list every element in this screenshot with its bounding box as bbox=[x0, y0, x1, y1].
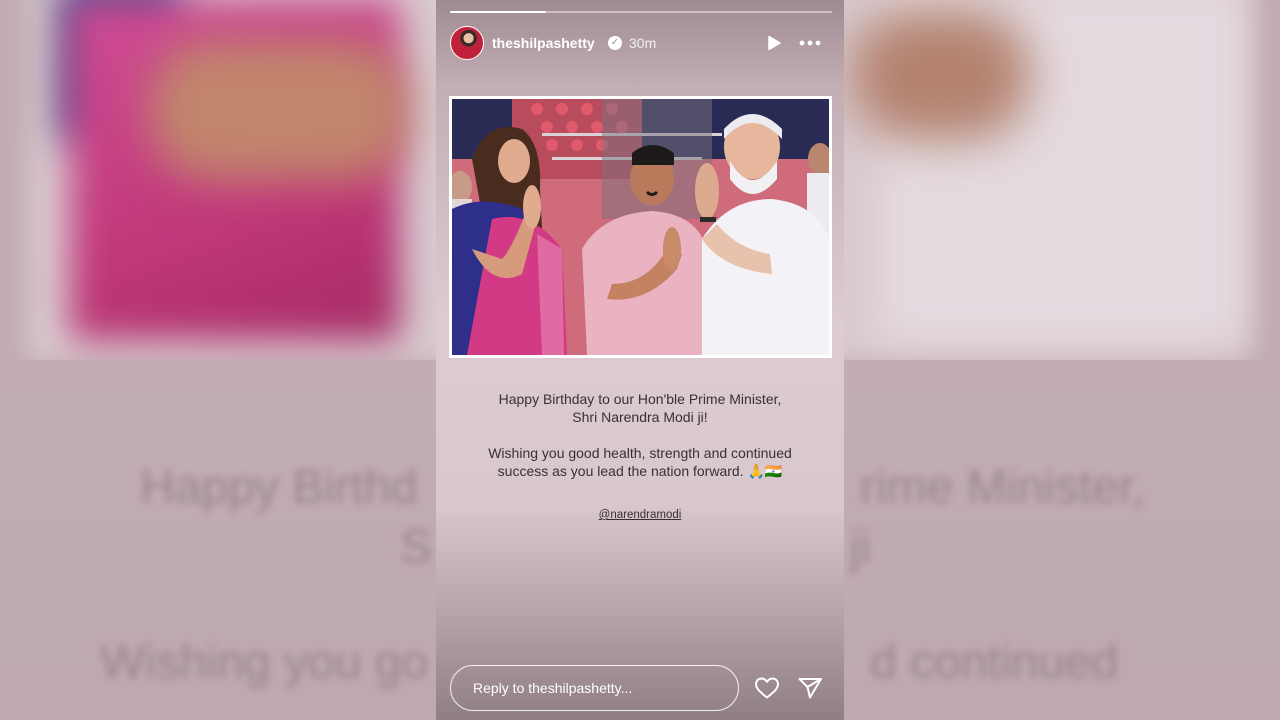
send-icon[interactable] bbox=[797, 676, 823, 700]
timestamp: 30m bbox=[629, 35, 657, 51]
caption-line-2: Wishing you good health, strength and co… bbox=[488, 445, 792, 479]
heart-icon[interactable] bbox=[754, 676, 780, 700]
more-icon[interactable] bbox=[798, 35, 822, 51]
caption-line-1: Happy Birthday to our Hon'ble Prime Mini… bbox=[498, 391, 782, 425]
story-progress-fill bbox=[450, 11, 546, 13]
verified-icon: ✓ bbox=[608, 36, 622, 50]
username[interactable]: theshilpashetty bbox=[492, 35, 595, 51]
story-header: theshilpashetty ✓ 30m bbox=[450, 26, 832, 60]
avatar[interactable] bbox=[450, 26, 484, 60]
reply-input[interactable] bbox=[450, 665, 739, 711]
story-photo bbox=[449, 96, 832, 358]
play-icon[interactable] bbox=[766, 35, 782, 51]
story-progress-bar bbox=[450, 11, 832, 13]
story-caption: Happy Birthday to our Hon'ble Prime Mini… bbox=[450, 390, 830, 498]
story-viewer[interactable]: theshilpashetty ✓ 30m Happy Birthday to … bbox=[436, 0, 844, 720]
mention-link[interactable]: @narendramodi bbox=[450, 509, 830, 521]
